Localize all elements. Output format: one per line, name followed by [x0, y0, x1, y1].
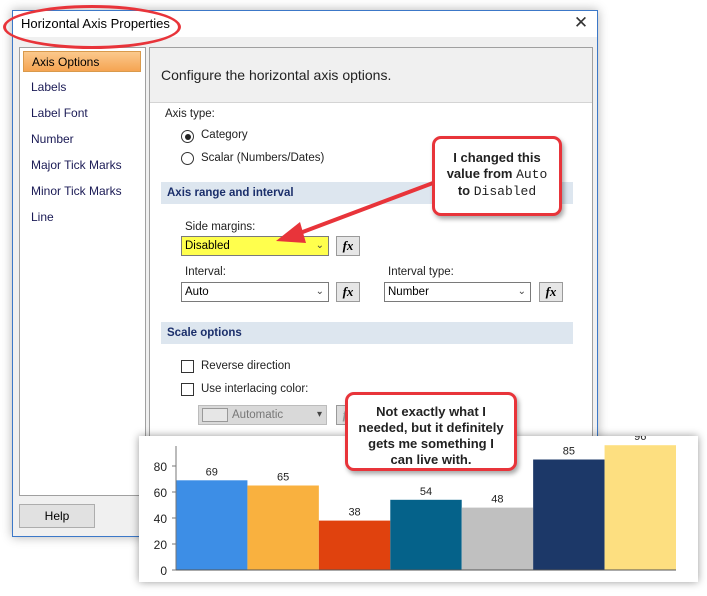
data-label: 65 [277, 472, 289, 484]
callout-changed-value: I changed this value from Auto to Disabl… [432, 136, 562, 216]
data-label: 48 [491, 494, 503, 506]
data-label: 96 [634, 436, 646, 443]
bar [247, 485, 319, 570]
callout-line-3-text: to [457, 183, 474, 198]
callout-line-1: I changed this [453, 150, 541, 165]
callout-line-3: to Disabled [435, 183, 559, 200]
data-label: 85 [563, 446, 575, 458]
callout-comment: Not exactly what I needed, but it defini… [345, 392, 517, 471]
arrow-shaft [299, 181, 434, 235]
callout-code-disabled: Disabled [473, 184, 537, 199]
y-tick-label: 60 [154, 486, 168, 500]
bar [533, 459, 605, 570]
callout-line-2-text: value from [446, 166, 517, 181]
data-label: 38 [348, 507, 360, 519]
y-tick-label: 20 [154, 538, 168, 552]
callout-code-auto: Auto [516, 167, 548, 182]
y-tick-label: 80 [154, 460, 168, 474]
data-label: 69 [206, 466, 218, 478]
y-tick-label: 0 [160, 564, 167, 578]
bar [318, 520, 391, 570]
bar [390, 499, 462, 570]
bar [604, 445, 676, 570]
bar [176, 480, 248, 570]
bar [461, 507, 534, 570]
callout-line-2: value from Auto [435, 166, 559, 183]
y-tick-label: 40 [154, 512, 168, 526]
arrow-head [276, 222, 306, 243]
data-label: 54 [420, 486, 432, 498]
